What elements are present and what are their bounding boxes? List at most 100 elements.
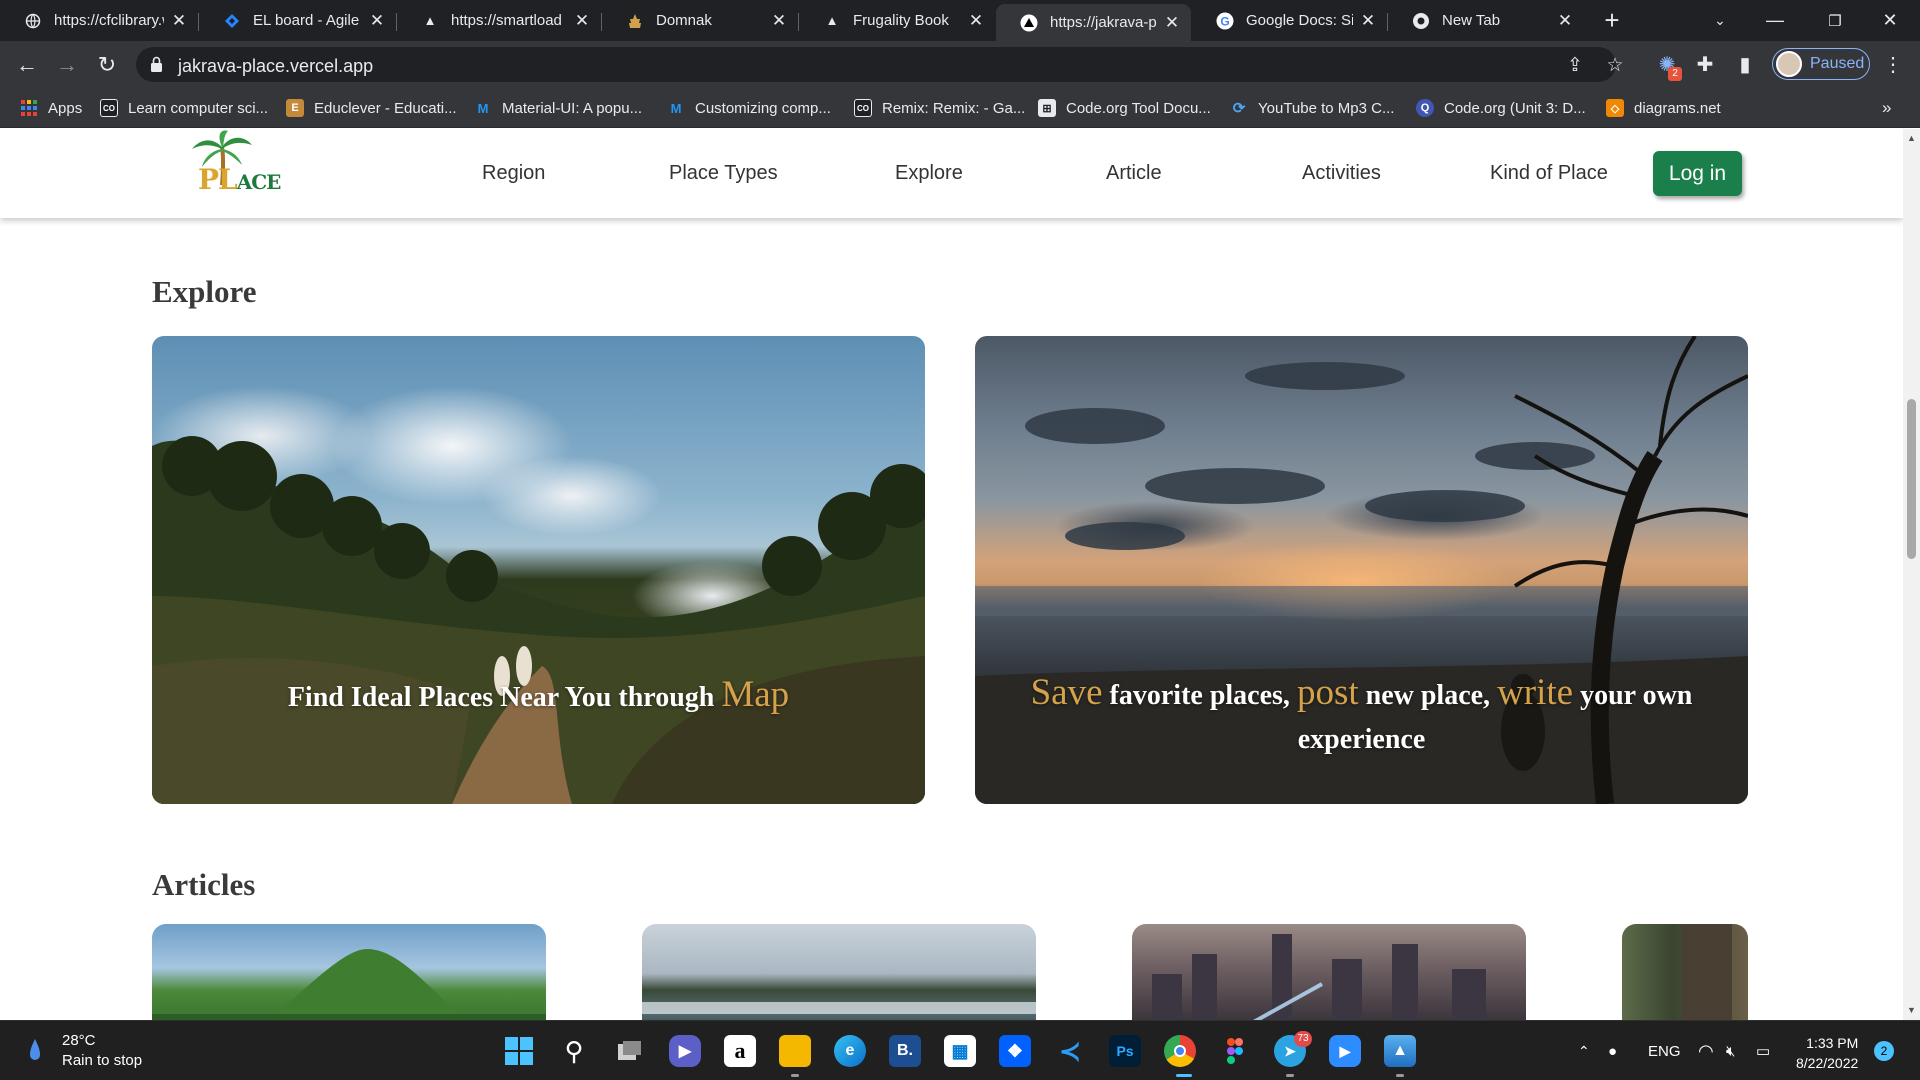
article-image-mountain <box>152 949 546 1020</box>
share-icon[interactable]: ⇪ <box>1564 55 1586 77</box>
explore-card-map[interactable]: Find Ideal Places Near You through Map <box>152 336 925 804</box>
amazon-icon[interactable]: a <box>724 1035 756 1067</box>
active-indicator <box>1176 1074 1192 1077</box>
hidden-icons-chevron-icon[interactable]: ⌃ <box>1578 1021 1590 1080</box>
triangle-icon <box>1020 14 1038 32</box>
chrome-icon[interactable] <box>1164 1035 1196 1067</box>
address-bar[interactable]: jakrava-place.vercel.app ⇪ ☆ <box>136 47 1624 82</box>
nav-explore[interactable]: Explore <box>895 162 963 185</box>
nav-activities[interactable]: Activities <box>1302 162 1381 185</box>
bookmark-star-icon[interactable]: ☆ <box>1604 55 1626 77</box>
close-tab-icon[interactable]: ✕ <box>1163 13 1181 33</box>
wifi-icon[interactable]: ◠ <box>1698 1021 1714 1080</box>
scroll-up-arrow-icon[interactable]: ▲ <box>1907 133 1916 143</box>
close-tab-icon[interactable]: ✕ <box>770 11 788 31</box>
tab-new-tab[interactable]: New Tab ✕ <box>1388 0 1584 41</box>
site-logo[interactable]: PLACE <box>186 129 282 199</box>
minimize-button[interactable]: — <box>1745 0 1805 41</box>
running-indicator <box>1286 1074 1294 1077</box>
extensions-icon[interactable]: ✚ <box>1692 52 1718 78</box>
dropbox-icon[interactable]: ❖ <box>999 1035 1031 1067</box>
article-card[interactable] <box>152 924 546 1020</box>
tab-frugality-book[interactable]: ▲ Frugality Book ✕ <box>799 0 995 41</box>
teams-chat-icon[interactable]: ▶ <box>669 1035 701 1067</box>
bookmark-material-ui[interactable]: M Material-UI: A popu... <box>474 88 643 128</box>
search-icon[interactable]: ⚲ <box>558 1035 590 1067</box>
tab-domnak[interactable]: Domnak ✕ <box>602 0 798 41</box>
bookmark-customizing[interactable]: M Customizing comp... <box>667 88 831 128</box>
tab-smartload[interactable]: ▲ https://smartload ✕ <box>397 0 601 41</box>
bookmark-apps[interactable]: Apps <box>20 88 82 128</box>
running-indicator <box>1396 1074 1404 1077</box>
task-view-icon[interactable] <box>614 1035 646 1067</box>
close-tab-icon[interactable]: ✕ <box>170 11 188 31</box>
notification-count-badge[interactable]: 2 <box>1874 1041 1894 1061</box>
bookmark-educlever[interactable]: E Educlever - Educati... <box>286 88 457 128</box>
weather-widget[interactable]: 28°C Rain to stop <box>28 1031 142 1071</box>
tab-el-board[interactable]: EL board - Agile b ✕ <box>199 0 396 41</box>
forward-arrow-icon[interactable]: → <box>52 50 82 80</box>
globe-icon <box>24 12 42 30</box>
battery-icon[interactable]: ▭ <box>1756 1021 1770 1080</box>
scrollbar-thumb[interactable] <box>1907 399 1916 559</box>
store-icon[interactable]: ▦ <box>944 1035 976 1067</box>
bookmark-code-org-unit3[interactable]: Q Code.org (Unit 3: D... <box>1416 88 1586 128</box>
nav-article[interactable]: Article <box>1106 162 1162 185</box>
explore-card-save[interactable]: Save favorite places, post new place, wr… <box>975 336 1748 804</box>
page-scrollbar[interactable]: ▲ ▼ <box>1903 129 1920 1020</box>
clock[interactable]: 1:33 PM 8/22/2022 <box>1796 1033 1858 1073</box>
login-button[interactable]: Log in <box>1653 151 1742 196</box>
menu-kebab-icon[interactable]: ⋮ <box>1880 52 1906 78</box>
input-language[interactable]: ENG <box>1648 1021 1681 1080</box>
close-tab-icon[interactable]: ✕ <box>368 11 386 31</box>
bookmark-code-org-tool[interactable]: ⊞ Code.org Tool Docu... <box>1038 88 1211 128</box>
articles-heading: Articles <box>152 867 256 902</box>
close-window-button[interactable]: ✕ <box>1860 0 1920 41</box>
start-icon[interactable] <box>503 1035 535 1067</box>
close-tab-icon[interactable]: ✕ <box>1359 11 1377 31</box>
bookmark-remix[interactable]: CO Remix: Remix: - Ga... <box>854 88 1025 128</box>
article-card[interactable] <box>1132 924 1526 1020</box>
b-app-icon[interactable]: B. <box>889 1035 921 1067</box>
bookmarks-more-button[interactable]: » <box>1882 88 1891 128</box>
close-tab-icon[interactable]: ✕ <box>967 11 985 31</box>
tab-title: https://jakrava-pl <box>1050 14 1157 31</box>
reload-icon[interactable]: ↻ <box>92 50 122 80</box>
telegram-badge: 73 <box>1294 1031 1312 1047</box>
close-tab-icon[interactable]: ✕ <box>573 11 591 31</box>
restore-button[interactable]: ❐ <box>1805 0 1865 41</box>
date: 8/22/2022 <box>1796 1055 1859 1071</box>
profile-button[interactable]: Paused <box>1772 48 1870 80</box>
photoshop-icon[interactable]: Ps <box>1109 1035 1141 1067</box>
side-panel-icon[interactable]: ▮ <box>1732 52 1758 78</box>
bookmark-label: YouTube to Mp3 C... <box>1258 99 1395 117</box>
nav-kind-of-place[interactable]: Kind of Place <box>1490 162 1608 185</box>
tab-google-docs[interactable]: G Google Docs: Sign ✕ <box>1192 0 1387 41</box>
nav-region[interactable]: Region <box>482 162 545 185</box>
network-status-icon[interactable]: ● <box>1608 1021 1617 1080</box>
tab-jakrava-active[interactable]: https://jakrava-pl ✕ <box>996 4 1191 41</box>
tab-search-icon[interactable]: ⌄ <box>1690 0 1750 41</box>
nav-place-types[interactable]: Place Types <box>669 162 778 185</box>
figma-icon[interactable] <box>1219 1035 1251 1067</box>
bookmark-diagrams[interactable]: ◇ diagrams.net <box>1606 88 1721 128</box>
tab-cfclibrary[interactable]: https://cfclibrary.w ✕ <box>0 0 198 41</box>
zoom-icon[interactable]: ▶ <box>1329 1035 1361 1067</box>
new-tab-button[interactable]: + <box>1598 6 1626 34</box>
edge-icon[interactable]: e <box>834 1035 866 1067</box>
scroll-down-arrow-icon[interactable]: ▼ <box>1907 1005 1916 1015</box>
article-card[interactable] <box>642 924 1036 1020</box>
volume-muted-icon[interactable]: 🔇︎ <box>1726 1021 1735 1080</box>
code-org-icon: CO <box>100 99 118 117</box>
vscode-icon[interactable]: ≺ <box>1054 1035 1086 1067</box>
back-arrow-icon[interactable]: ← <box>12 50 42 80</box>
lock-icon <box>151 56 162 72</box>
post-highlight: post <box>1296 672 1359 713</box>
mui-icon: M <box>670 100 682 116</box>
photos-icon[interactable]: ▲ <box>1384 1035 1416 1067</box>
file-explorer-icon[interactable] <box>779 1035 811 1067</box>
article-card[interactable] <box>1622 924 1748 1020</box>
bookmark-learn-cs[interactable]: CO Learn computer sci... <box>100 88 268 128</box>
bookmark-youtube-mp3[interactable]: ⟳ YouTube to Mp3 C... <box>1230 88 1395 128</box>
close-tab-icon[interactable]: ✕ <box>1556 11 1574 31</box>
